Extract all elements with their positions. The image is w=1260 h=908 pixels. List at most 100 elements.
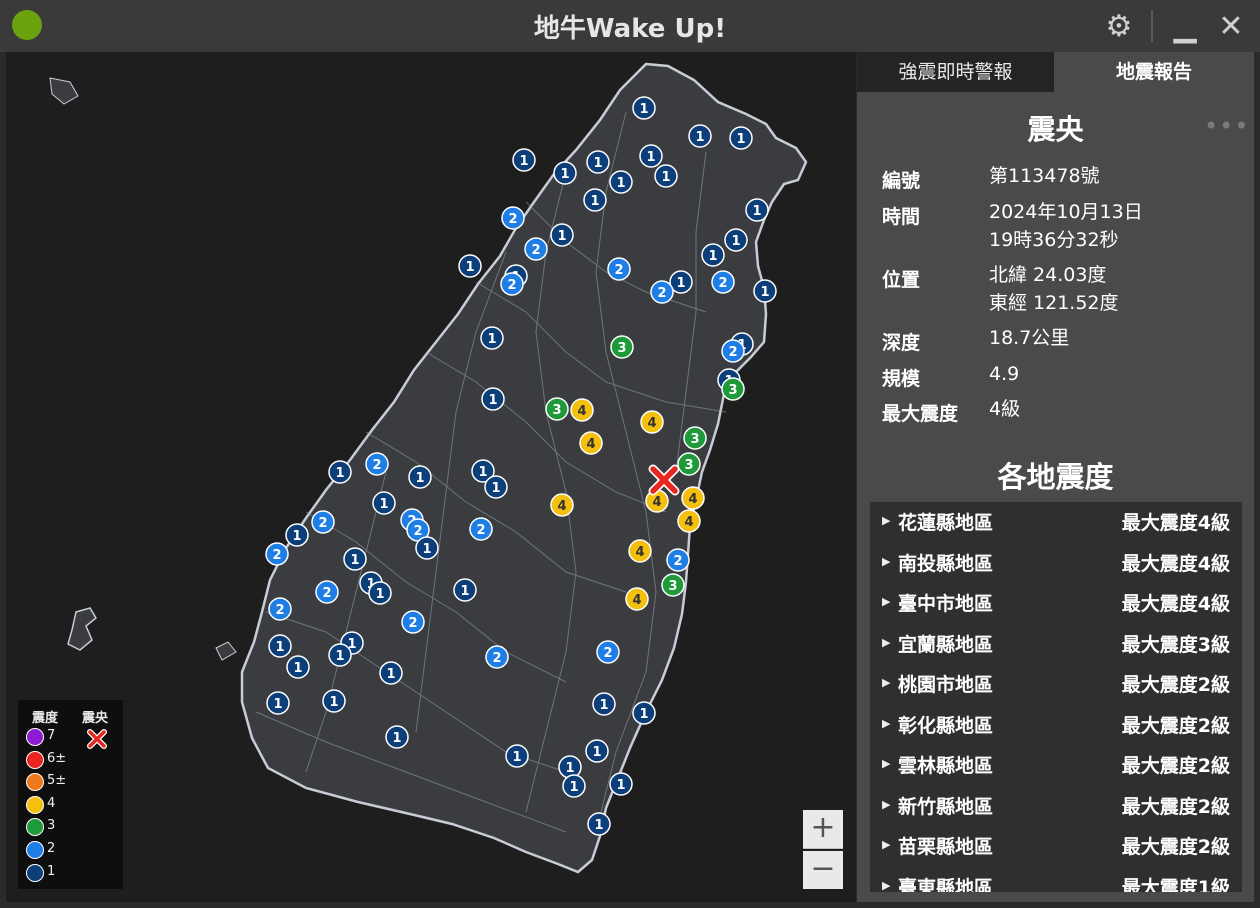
station-intensity-marker[interactable]: 2	[500, 272, 524, 296]
station-intensity-marker[interactable]: 1	[328, 643, 352, 667]
station-intensity-marker[interactable]: 1	[368, 581, 392, 605]
taiwan-map[interactable]: 1111111111121211112212211312131344433121…	[6, 52, 856, 902]
station-intensity-marker[interactable]: 1	[553, 161, 577, 185]
station-intensity-marker[interactable]: 1	[266, 691, 290, 715]
station-intensity-marker[interactable]: 4	[677, 509, 701, 533]
station-intensity-marker[interactable]: 1	[481, 387, 505, 411]
region-row[interactable]: ▶ 雲林縣地區 最大震度2級	[870, 745, 1242, 785]
station-intensity-marker[interactable]: 1	[586, 150, 610, 174]
station-intensity-marker[interactable]: 1	[322, 689, 346, 713]
station-intensity-marker[interactable]: 4	[550, 493, 574, 517]
station-intensity-marker[interactable]: 1	[385, 725, 409, 749]
zoom-out-button[interactable]: −	[803, 851, 843, 889]
more-options-icon[interactable]: •••	[1204, 112, 1249, 140]
region-row[interactable]: ▶ 臺東縣地區 最大震度1級	[870, 867, 1242, 893]
station-intensity-marker[interactable]: 3	[683, 426, 707, 450]
station-intensity-marker[interactable]: 1	[286, 655, 310, 679]
station-intensity-marker[interactable]: 4	[579, 431, 603, 455]
station-intensity-marker[interactable]: 1	[458, 254, 482, 278]
station-intensity-marker[interactable]: 3	[610, 335, 634, 359]
station-intensity-marker[interactable]: 1	[550, 223, 574, 247]
station-intensity-marker[interactable]: 1	[583, 188, 607, 212]
station-intensity-marker[interactable]: 1	[408, 465, 432, 489]
region-row[interactable]: ▶ 花蓮縣地區 最大震度4級	[870, 502, 1242, 542]
station-intensity-marker[interactable]: 1	[480, 326, 504, 350]
station-intensity-marker[interactable]: 1	[592, 692, 616, 716]
station-intensity-marker[interactable]: 1	[688, 124, 712, 148]
expand-arrow-icon[interactable]: ▶	[882, 676, 890, 689]
expand-arrow-icon[interactable]: ▶	[882, 555, 890, 568]
region-row[interactable]: ▶ 彰化縣地區 最大震度2級	[870, 705, 1242, 745]
station-intensity-marker[interactable]: 1	[609, 170, 633, 194]
station-intensity-marker[interactable]: 1	[343, 547, 367, 571]
station-intensity-marker[interactable]: 3	[545, 397, 569, 421]
station-intensity-marker[interactable]: 1	[285, 523, 309, 547]
expand-arrow-icon[interactable]: ▶	[882, 514, 890, 527]
station-intensity-marker[interactable]: 2	[315, 580, 339, 604]
station-intensity-marker[interactable]: 1	[512, 148, 536, 172]
station-intensity-marker[interactable]: 1	[724, 228, 748, 252]
expand-arrow-icon[interactable]: ▶	[882, 757, 890, 770]
station-intensity-marker[interactable]: 4	[681, 486, 705, 510]
station-intensity-marker[interactable]: 1	[587, 812, 611, 836]
station-intensity-marker[interactable]: 2	[311, 510, 335, 534]
station-intensity-marker[interactable]: 1	[654, 164, 678, 188]
station-intensity-marker[interactable]: 1	[558, 755, 582, 779]
station-intensity-marker[interactable]: 1	[609, 772, 633, 796]
station-intensity-marker[interactable]: 2	[501, 206, 525, 230]
expand-arrow-icon[interactable]: ▶	[882, 595, 890, 608]
zoom-in-button[interactable]: +	[803, 810, 843, 849]
station-intensity-marker[interactable]: 2	[524, 237, 548, 261]
station-intensity-marker[interactable]: 2	[650, 280, 674, 304]
station-intensity-marker[interactable]: 3	[677, 452, 701, 476]
station-intensity-marker[interactable]: 1	[415, 536, 439, 560]
station-intensity-marker[interactable]: 1	[372, 491, 396, 515]
station-intensity-marker[interactable]: 1	[562, 774, 586, 798]
station-intensity-marker[interactable]: 3	[661, 573, 685, 597]
station-intensity-marker[interactable]: 2	[711, 270, 735, 294]
station-intensity-marker[interactable]: 1	[701, 243, 725, 267]
station-intensity-marker[interactable]: 4	[640, 410, 664, 434]
station-intensity-marker[interactable]: 4	[628, 539, 652, 563]
station-intensity-marker[interactable]: 2	[265, 542, 289, 566]
region-row[interactable]: ▶ 宜蘭縣地區 最大震度3級	[870, 624, 1242, 664]
region-row[interactable]: ▶ 新竹縣地區 最大震度2級	[870, 786, 1242, 826]
expand-arrow-icon[interactable]: ▶	[882, 879, 890, 892]
station-intensity-marker[interactable]: 1	[379, 661, 403, 685]
station-intensity-marker[interactable]: 1	[328, 460, 352, 484]
settings-gear-icon[interactable]: ⚙	[1101, 8, 1137, 44]
expand-arrow-icon[interactable]: ▶	[882, 717, 890, 730]
station-intensity-marker[interactable]: 2	[721, 339, 745, 363]
station-intensity-marker[interactable]: 3	[721, 377, 745, 401]
station-intensity-marker[interactable]: 1	[632, 96, 656, 120]
expand-arrow-icon[interactable]: ▶	[882, 636, 890, 649]
station-intensity-marker[interactable]: 1	[585, 739, 609, 763]
expand-arrow-icon[interactable]: ▶	[882, 838, 890, 851]
station-intensity-marker[interactable]: 2	[596, 640, 620, 664]
station-intensity-marker[interactable]: 1	[639, 144, 663, 168]
station-intensity-marker[interactable]: 1	[505, 744, 529, 768]
station-intensity-marker[interactable]: 1	[729, 126, 753, 150]
region-row[interactable]: ▶ 臺中市地區 最大震度4級	[870, 583, 1242, 623]
station-intensity-marker[interactable]: 2	[401, 610, 425, 634]
station-intensity-marker[interactable]: 1	[453, 578, 477, 602]
tab-earthquake-report[interactable]: 地震報告	[1054, 52, 1254, 92]
station-intensity-marker[interactable]: 2	[485, 645, 509, 669]
station-intensity-marker[interactable]: 2	[666, 548, 690, 572]
station-intensity-marker[interactable]: 1	[632, 701, 656, 725]
station-intensity-marker[interactable]: 1	[268, 634, 292, 658]
station-intensity-marker[interactable]: 1	[745, 198, 769, 222]
tab-strong-quake-warning[interactable]: 強震即時警報	[857, 52, 1054, 92]
expand-arrow-icon[interactable]: ▶	[882, 798, 890, 811]
station-intensity-marker[interactable]: 4	[570, 398, 594, 422]
station-intensity-marker[interactable]: 1	[484, 475, 508, 499]
minimize-icon[interactable]: ▁	[1167, 8, 1203, 44]
station-intensity-marker[interactable]: 2	[469, 517, 493, 541]
region-row[interactable]: ▶ 苗栗縣地區 最大震度2級	[870, 826, 1242, 866]
station-intensity-marker[interactable]: 2	[607, 257, 631, 281]
station-intensity-marker[interactable]: 1	[753, 279, 777, 303]
region-intensity-list[interactable]: ▶ 花蓮縣地區 最大震度4級 ▶ 南投縣地區 最大震度4級 ▶ 臺中市地區 最大震度4級 ▶ 宜蘭縣…	[870, 502, 1242, 892]
region-row[interactable]: ▶ 南投縣地區 最大震度4級	[870, 543, 1242, 583]
region-row[interactable]: ▶ 桃園市地區 最大震度2級	[870, 664, 1242, 704]
close-icon[interactable]: ✕	[1213, 8, 1249, 44]
